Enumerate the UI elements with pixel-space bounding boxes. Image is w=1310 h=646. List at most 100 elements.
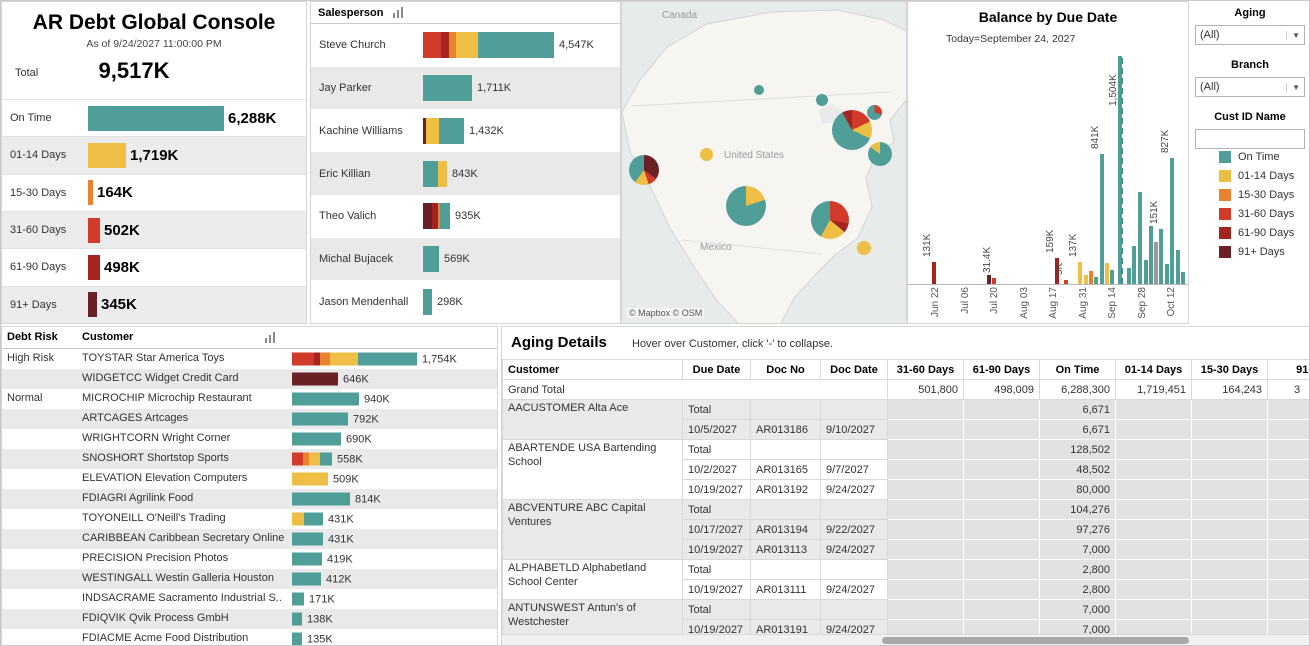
map-pie-marker[interactable] bbox=[811, 201, 849, 239]
customer-row[interactable]: NormalMICROCHIP Microchip Restaurant940K bbox=[2, 389, 497, 409]
customer-row[interactable]: FDIQVIK Qvik Process GmbH138K bbox=[2, 609, 497, 629]
salesperson-bar-segments[interactable] bbox=[423, 75, 472, 101]
balance-bar[interactable] bbox=[1064, 280, 1068, 284]
customer-row[interactable]: PRECISION Precision Photos419K bbox=[2, 549, 497, 569]
chevron-down-icon[interactable]: ▼ bbox=[1286, 31, 1300, 40]
balance-bar[interactable] bbox=[1094, 277, 1098, 284]
map-pie-marker[interactable] bbox=[754, 85, 764, 95]
customer-group-cell[interactable]: ABARTENDE USA Bartending School bbox=[503, 440, 683, 500]
sort-icon[interactable] bbox=[392, 7, 404, 19]
column-header[interactable]: Customer bbox=[503, 360, 683, 380]
customer-bar-segments[interactable] bbox=[292, 573, 321, 586]
aging-bucket-row[interactable]: On Time6,288K bbox=[2, 99, 306, 136]
legend-item[interactable]: 15-30 Days bbox=[1219, 189, 1294, 201]
legend-item[interactable]: 01-14 Days bbox=[1219, 170, 1294, 182]
balance-bar[interactable] bbox=[1138, 192, 1142, 284]
salesperson-row[interactable]: Michal Bujacek569K bbox=[311, 238, 620, 281]
map-pie-marker[interactable] bbox=[857, 241, 871, 255]
legend-item[interactable]: On Time bbox=[1219, 151, 1294, 163]
customer-group-cell[interactable]: ABCVENTURE ABC Capital Ventures bbox=[503, 500, 683, 560]
customer-bar-segments[interactable] bbox=[292, 373, 338, 386]
customer-bar-segments[interactable] bbox=[292, 613, 302, 626]
balance-plot-area[interactable]: 131K31.4K159K5K137K841K1,504K151K827KJun… bbox=[908, 54, 1188, 285]
chevron-down-icon[interactable]: ▼ bbox=[1286, 83, 1300, 92]
balance-bar[interactable] bbox=[1149, 226, 1153, 284]
customer-bar-segments[interactable] bbox=[292, 553, 322, 566]
customer-row[interactable]: High RiskTOYSTAR Star America Toys1,754K bbox=[2, 349, 497, 369]
customer-bar-segments[interactable] bbox=[292, 593, 304, 606]
customer-row[interactable]: WRIGHTCORN Wright Corner690K bbox=[2, 429, 497, 449]
column-header[interactable]: 15-30 Days bbox=[1192, 360, 1268, 380]
salesperson-row[interactable]: Theo Valich935K bbox=[311, 195, 620, 238]
customer-row[interactable]: INDSACRAME Sacramento Industrial S..171K bbox=[2, 589, 497, 609]
balance-bar[interactable] bbox=[1078, 262, 1082, 284]
balance-bar[interactable] bbox=[1170, 158, 1174, 284]
map-pie-marker[interactable] bbox=[629, 155, 659, 185]
aging-bucket-row[interactable]: 91+ Days345K bbox=[2, 286, 306, 323]
salesperson-row[interactable]: Steve Church4,547K bbox=[311, 24, 620, 67]
salesperson-bar-segments[interactable] bbox=[423, 32, 554, 58]
customer-bar-segments[interactable] bbox=[292, 353, 417, 366]
customer-bar-segments[interactable] bbox=[292, 433, 341, 446]
customer-row[interactable]: WESTINGALL Westin Galleria Houston412K bbox=[2, 569, 497, 589]
customer-bar-segments[interactable] bbox=[292, 493, 350, 506]
salesperson-bar-segments[interactable] bbox=[423, 118, 464, 144]
aging-bucket-bar[interactable] bbox=[88, 255, 100, 280]
salesperson-bar-segments[interactable] bbox=[423, 246, 439, 272]
map-pie-marker[interactable] bbox=[867, 105, 882, 120]
map-pie-marker[interactable] bbox=[832, 110, 872, 150]
customer-bar-segments[interactable] bbox=[292, 533, 323, 546]
salesperson-row[interactable]: Eric Killian843K bbox=[311, 152, 620, 195]
balance-bar[interactable] bbox=[1084, 275, 1088, 284]
salesperson-bar-segments[interactable] bbox=[423, 161, 447, 187]
customer-row[interactable]: ELEVATION Elevation Computers509K bbox=[2, 469, 497, 489]
aging-bucket-row[interactable]: 61-90 Days498K bbox=[2, 248, 306, 285]
legend-item[interactable]: 31-60 Days bbox=[1219, 208, 1294, 220]
map-pie-marker[interactable] bbox=[700, 148, 713, 161]
map-pie-marker[interactable] bbox=[868, 142, 892, 166]
column-header[interactable]: Due Date bbox=[683, 360, 751, 380]
customer-bar-segments[interactable] bbox=[292, 473, 328, 486]
aging-bucket-bar[interactable] bbox=[88, 180, 93, 205]
balance-bar[interactable] bbox=[1089, 271, 1093, 284]
customer-bar-segments[interactable] bbox=[292, 413, 348, 426]
customer-row[interactable]: ARTCAGES Artcages792K bbox=[2, 409, 497, 429]
balance-bar[interactable] bbox=[1176, 250, 1180, 284]
map-panel[interactable]: © Mapbox © OSM CanadaUnited StatesMexico bbox=[621, 1, 907, 324]
salesperson-bar-segments[interactable] bbox=[423, 203, 450, 229]
balance-bar[interactable] bbox=[1105, 263, 1109, 284]
sort-icon[interactable] bbox=[264, 332, 276, 347]
customer-row[interactable]: WIDGETCC Widget Credit Card646K bbox=[2, 369, 497, 389]
customer-bar-segments[interactable] bbox=[292, 633, 302, 646]
map-pie-marker[interactable] bbox=[816, 94, 828, 106]
aging-bucket-row[interactable]: 01-14 Days1,719K bbox=[2, 136, 306, 173]
customer-row[interactable]: CARIBBEAN Caribbean Secretary Online431K bbox=[2, 529, 497, 549]
salesperson-row[interactable]: Jay Parker1,711K bbox=[311, 67, 620, 110]
column-header[interactable]: 31-60 Days bbox=[888, 360, 964, 380]
salesperson-row[interactable]: Kachine Williams1,432K bbox=[311, 109, 620, 152]
column-header[interactable]: Doc Date bbox=[821, 360, 888, 380]
branch-filter-dropdown[interactable]: (All) ▼ bbox=[1195, 77, 1305, 97]
column-header[interactable]: On Time bbox=[1040, 360, 1116, 380]
horizontal-scrollbar[interactable] bbox=[502, 634, 1310, 646]
customer-row[interactable]: SNOSHORT Shortstop Sports558K bbox=[2, 449, 497, 469]
salesperson-row[interactable]: Jason Mendenhall298K bbox=[311, 280, 620, 323]
customer-bar-segments[interactable] bbox=[292, 453, 332, 466]
balance-bar[interactable] bbox=[1110, 270, 1114, 284]
column-header[interactable]: Doc No bbox=[751, 360, 821, 380]
balance-bar[interactable] bbox=[1132, 246, 1136, 284]
legend-item[interactable]: 61-90 Days bbox=[1219, 227, 1294, 239]
balance-bar[interactable] bbox=[1159, 229, 1163, 284]
customer-bar-segments[interactable] bbox=[292, 513, 323, 526]
customer-row[interactable]: FDIACME Acme Food Distribution135K bbox=[2, 629, 497, 646]
balance-bar[interactable] bbox=[1144, 260, 1148, 284]
column-header[interactable]: 01-14 Days bbox=[1116, 360, 1192, 380]
column-header[interactable]: 61-90 Days bbox=[964, 360, 1040, 380]
aging-bucket-bar[interactable] bbox=[88, 106, 224, 131]
customer-row[interactable]: FDIAGRI Agrilink Food814K bbox=[2, 489, 497, 509]
balance-bar[interactable] bbox=[1165, 264, 1169, 284]
balance-bar[interactable] bbox=[987, 275, 991, 284]
map-pie-marker[interactable] bbox=[726, 186, 766, 226]
balance-bar[interactable] bbox=[932, 262, 936, 284]
balance-bar[interactable] bbox=[1181, 272, 1185, 284]
